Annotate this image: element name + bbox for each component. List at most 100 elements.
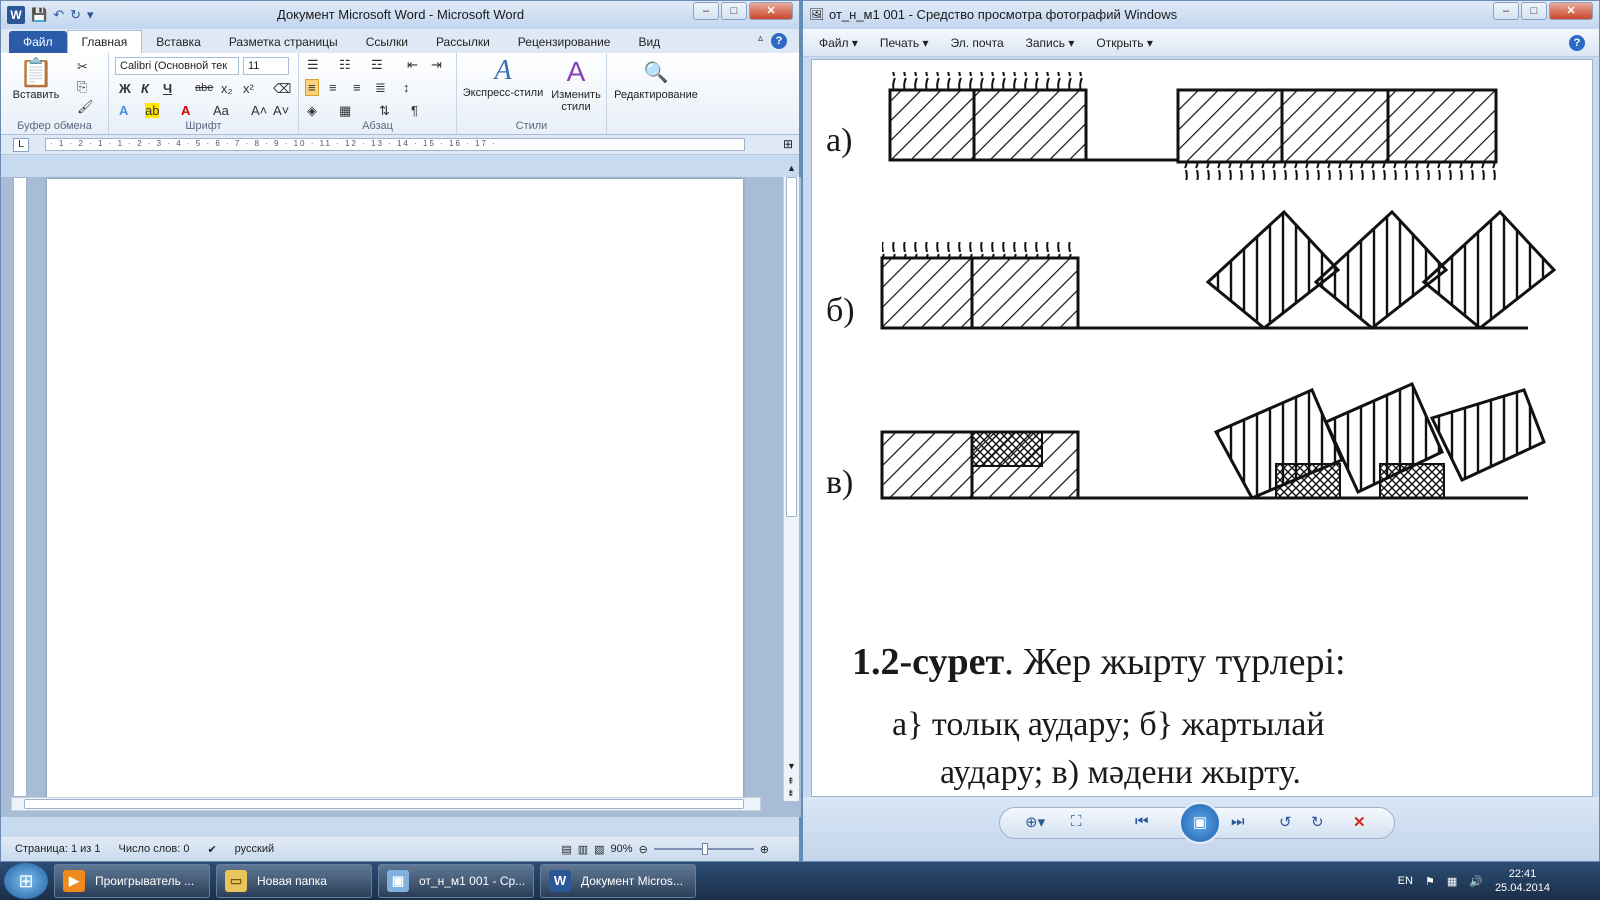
align-left-icon[interactable]: ≡	[305, 79, 319, 96]
delete-icon[interactable]: ✕	[1353, 813, 1366, 831]
show-marks-button[interactable]: ¶	[411, 103, 418, 118]
menu-email[interactable]: Эл. почта	[951, 36, 1004, 50]
bullets-icon[interactable]: ☰	[307, 57, 319, 73]
next-page-icon[interactable]: ⇟	[787, 788, 795, 799]
bold-button[interactable]: Ж	[119, 81, 131, 96]
express-styles-button[interactable]: A Экспресс-стили	[461, 55, 545, 99]
cut-icon[interactable]: ✂	[77, 59, 88, 75]
scroll-down-icon[interactable]: ▼	[787, 761, 796, 771]
prev-page-icon[interactable]: ⇞	[787, 776, 795, 787]
taskbar-item-word[interactable]: W Документ Micros...	[540, 864, 696, 898]
menu-file[interactable]: Файл ▾	[819, 36, 858, 50]
multilevel-list-icon[interactable]: ☲	[371, 57, 383, 73]
sort-icon[interactable]: ⇅	[379, 103, 390, 119]
document-page[interactable]	[47, 179, 743, 799]
status-page[interactable]: Страница: 1 из 1	[15, 843, 101, 855]
justify-icon[interactable]: ≣	[375, 80, 386, 96]
paste-button[interactable]: 📋 Вставить	[11, 57, 61, 101]
editing-button[interactable]: 🔍 Редактирование	[611, 57, 701, 101]
zoom-level[interactable]: 90%	[611, 843, 633, 855]
maximize-button[interactable]: □	[721, 2, 747, 20]
rotate-right-icon[interactable]: ↻	[1311, 813, 1324, 831]
view-ruler-icon[interactable]: ⊞	[783, 137, 793, 151]
minimize-ribbon-icon[interactable]: ▵	[758, 33, 763, 44]
help-icon[interactable]: ?	[771, 33, 787, 49]
zoom-in-icon[interactable]: ⊕	[760, 843, 769, 856]
tab-file[interactable]: Файл	[9, 31, 67, 53]
menu-open[interactable]: Открыть ▾	[1096, 36, 1152, 50]
superscript-icon[interactable]: x²	[243, 81, 254, 96]
borders-icon[interactable]: ▦	[339, 103, 351, 119]
tab-mailings[interactable]: Рассылки	[422, 31, 504, 53]
zoom-icon[interactable]: ⊕▾	[1025, 813, 1045, 831]
italic-button[interactable]: К	[141, 81, 149, 96]
status-words[interactable]: Число слов: 0	[119, 843, 190, 855]
tab-insert[interactable]: Вставка	[142, 31, 215, 53]
shrink-font-icon[interactable]: A˅	[273, 103, 289, 118]
clock[interactable]: 22:41 25.04.2014	[1495, 867, 1550, 895]
viewer-help-icon[interactable]: ?	[1569, 34, 1585, 51]
taskbar-item-media-player[interactable]: ▶ Проигрыватель ...	[54, 864, 210, 898]
action-center-icon[interactable]: ⚑	[1425, 875, 1435, 888]
h-scroll-thumb[interactable]	[24, 799, 744, 809]
zoom-out-icon[interactable]: ⊖	[639, 843, 648, 856]
taskbar-item-folder[interactable]: ▭ Новая папка	[216, 864, 372, 898]
close-button[interactable]: ✕	[749, 2, 793, 20]
menu-print[interactable]: Печать ▾	[880, 36, 929, 50]
start-button[interactable]: ⊞	[4, 863, 48, 899]
copy-icon[interactable]: ⎘	[77, 79, 87, 95]
numbering-icon[interactable]: ☷	[339, 57, 351, 73]
format-painter-icon[interactable]: 🖌	[77, 99, 94, 115]
font-size-box[interactable]: 11	[243, 57, 289, 75]
next-icon[interactable]: ⏭	[1231, 813, 1245, 830]
print-layout-icon[interactable]: ▤	[561, 843, 571, 856]
tab-page-layout[interactable]: Разметка страницы	[215, 31, 352, 53]
menu-burn[interactable]: Запись ▾	[1026, 36, 1075, 50]
viewer-minimize-button[interactable]: –	[1493, 2, 1519, 20]
save-icon[interactable]: 💾	[31, 7, 47, 23]
font-name-box[interactable]: Calibri (Основной тек	[115, 57, 239, 75]
tab-view[interactable]: Вид	[624, 31, 674, 53]
subscript-icon[interactable]: x₂	[221, 81, 233, 96]
customize-qat-icon[interactable]: ▾	[87, 7, 94, 23]
align-center-icon[interactable]: ≡	[329, 80, 337, 95]
tab-stop-selector[interactable]: L	[13, 138, 29, 152]
line-spacing-icon[interactable]: ↕	[403, 80, 410, 95]
actual-size-icon[interactable]: ⛶	[1071, 813, 1082, 830]
shading-icon[interactable]: ◈	[307, 103, 317, 119]
redo-icon[interactable]: ↻	[70, 7, 81, 23]
reading-layout-icon[interactable]: ▥	[578, 843, 588, 856]
minimize-button[interactable]: –	[693, 2, 719, 20]
tab-references[interactable]: Ссылки	[352, 31, 422, 53]
font-color-button[interactable]: A	[181, 103, 190, 118]
scroll-up-icon[interactable]: ▲	[787, 163, 796, 173]
clear-format-icon[interactable]: ⌫	[273, 81, 291, 97]
tab-review[interactable]: Рецензирование	[504, 31, 625, 53]
strikethrough-button[interactable]: abe	[195, 82, 213, 94]
change-styles-button[interactable]: A Изменить стили	[547, 55, 605, 113]
slideshow-button[interactable]: ▣	[1179, 802, 1221, 844]
status-language[interactable]: русский	[235, 843, 274, 855]
spelling-icon[interactable]: ✔	[207, 843, 216, 856]
volume-icon[interactable]: 🔊	[1469, 875, 1483, 888]
web-layout-icon[interactable]: ▧	[594, 843, 604, 856]
grow-font-icon[interactable]: A˄	[251, 103, 267, 118]
horizontal-scrollbar[interactable]	[11, 797, 761, 811]
word-logo-icon[interactable]: W	[7, 6, 25, 24]
text-effects-icon[interactable]: A	[119, 103, 128, 118]
network-icon[interactable]: ▦	[1447, 875, 1457, 888]
vertical-scrollbar[interactable]: ▲ ▼ ⇞ ⇟	[783, 163, 799, 801]
taskbar-item-photo-viewer[interactable]: ▣ от_н_м1 001 - Ср...	[378, 864, 534, 898]
viewer-close-button[interactable]: ✕	[1549, 2, 1593, 20]
previous-icon[interactable]: ⏮	[1135, 813, 1149, 830]
align-right-icon[interactable]: ≡	[353, 80, 361, 95]
rotate-left-icon[interactable]: ↺	[1279, 813, 1292, 831]
change-case-button[interactable]: Aa	[213, 103, 229, 118]
language-indicator[interactable]: EN	[1398, 875, 1413, 887]
zoom-slider[interactable]	[653, 843, 754, 855]
undo-icon[interactable]: ↶	[53, 7, 64, 23]
zoom-slider-thumb[interactable]	[701, 843, 708, 855]
increase-indent-icon[interactable]: ⇥	[431, 57, 442, 73]
decrease-indent-icon[interactable]: ⇤	[407, 57, 418, 73]
scroll-thumb[interactable]	[786, 177, 797, 517]
